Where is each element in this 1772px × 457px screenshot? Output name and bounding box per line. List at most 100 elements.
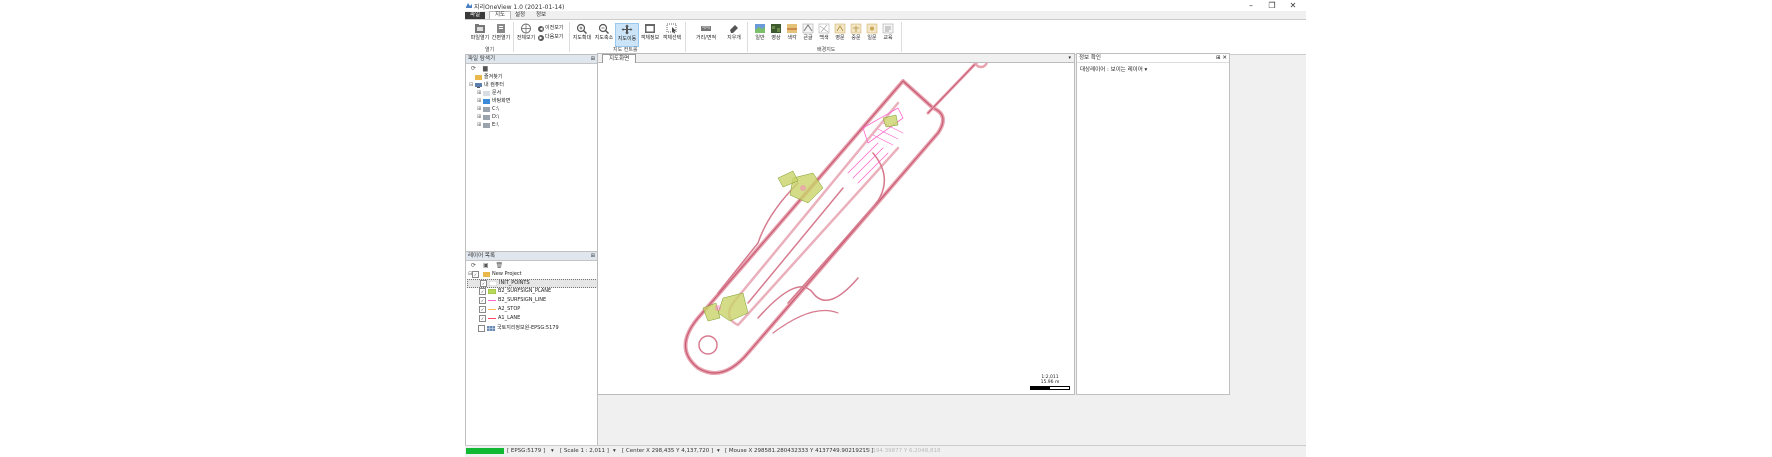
status-epsg[interactable]: [ EPSG:5179 ] <box>507 448 545 455</box>
tab-info[interactable]: 정보 <box>531 12 551 19</box>
zoom-out-icon <box>598 23 609 34</box>
checkbox[interactable]: ✓ <box>472 271 479 278</box>
status-epsg-dropdown[interactable]: ▾ <box>551 448 554 455</box>
full-extent-button[interactable]: 전체보기 <box>515 23 537 45</box>
turnaround-loop <box>974 63 988 69</box>
ruler-icon <box>701 26 711 31</box>
basemap-layer-row[interactable]: 국토지리정보원-EPSG:5179 <box>478 325 559 332</box>
layer-checkbox[interactable]: ✓ <box>479 306 486 313</box>
tab-map[interactable]: 지도 <box>489 11 512 19</box>
tree-node-documents[interactable]: ⊞ 문서 <box>477 90 501 97</box>
layer-checkbox[interactable]: ✓ <box>479 297 486 304</box>
map-tab[interactable]: 지도화면 <box>602 54 637 63</box>
next-view-button[interactable]: ▶ 다음보기 <box>538 33 563 42</box>
tree-node-drive-c[interactable]: ⊞ C:\ <box>477 106 499 113</box>
expand-icon[interactable]: ⊞ <box>477 114 481 121</box>
add-layer-icon[interactable]: ▣ <box>483 261 489 270</box>
folder-icon[interactable]: ▆ <box>483 64 488 73</box>
file-explorer-title: 파일 탐색기 <box>468 56 496 62</box>
refresh-icon[interactable]: ⟳ <box>471 261 476 270</box>
move-icon <box>621 24 633 35</box>
menu-bar: 파일 지도 설정 정보 <box>465 11 1306 19</box>
tree-node-label: 바탕화면 <box>492 98 511 104</box>
file-explorer-panel: 파일 탐색기 ⊞ ⟳ ▆ 즐겨찾기 ⊟ 내 컴퓨터 ⊞ 문서 ⊞ 바탕화면 ⊞ … <box>465 54 598 252</box>
full-extent-label: 전체보기 <box>516 35 536 41</box>
map-view[interactable]: 지도화면 ▾ 1:2,011 15.96 m <box>597 53 1075 395</box>
quick-open-label: 간편열기 <box>491 35 511 41</box>
tree-node-my-computer[interactable]: ⊟ 내 컴퓨터 <box>469 82 504 89</box>
ribbon-separator <box>569 22 570 52</box>
map-tab-strip: 지도화면 ▾ <box>598 54 1074 63</box>
tree-node-favorites[interactable]: 즐겨찾기 <box>469 74 502 81</box>
eraser-button[interactable]: 지우개 <box>723 23 745 45</box>
app-logo-icon <box>466 3 472 8</box>
line-symbol-icon <box>488 309 496 310</box>
layer-checkbox[interactable]: ✓ <box>479 288 486 295</box>
object-select-button[interactable]: 객체선택 <box>661 23 683 45</box>
layer-name: B2_SURFSIGN_PLANE <box>498 288 552 294</box>
pin-icon[interactable]: ⊞ <box>591 55 595 63</box>
map-education-icon <box>882 23 894 34</box>
expand-icon[interactable]: ⊞ <box>477 90 481 97</box>
zoom-in-label: 지도확대 <box>572 35 592 41</box>
app-window: 지리OneView 1.0 (2021-01-14) – ❐ ✕ 파일 지도 설… <box>465 0 1306 457</box>
expand-icon[interactable]: ⊞ <box>477 98 481 105</box>
zoom-in-button[interactable]: 지도확대 <box>571 23 593 45</box>
select-cursor-icon <box>666 23 677 34</box>
expand-icon[interactable]: ⊞ <box>477 106 481 113</box>
lane-inner-1 <box>727 101 900 327</box>
status-center-dropdown[interactable]: ▾ <box>717 448 720 455</box>
tree-node-desktop[interactable]: ⊞ 바탕화면 <box>477 98 510 105</box>
globe-icon <box>521 23 531 34</box>
measure-button[interactable]: 거리/면적 <box>695 23 717 45</box>
target-layer-select[interactable]: 보이는 레이어 ▾ <box>1111 67 1148 73</box>
map-canvas[interactable] <box>598 63 1074 393</box>
collapse-icon[interactable]: ⊟ <box>469 82 473 89</box>
expand-icon[interactable]: ⊞ <box>477 122 481 129</box>
maximize-button[interactable]: ❐ <box>1262 0 1282 11</box>
chevron-down-icon[interactable]: ▾ <box>1068 54 1071 62</box>
pin-icon[interactable]: ⊞ <box>591 252 595 260</box>
layer-name: INIT_POINTS <box>499 280 530 286</box>
close-icon[interactable]: ⊞ ✕ <box>1216 54 1227 62</box>
tree-node-label: C:\ <box>492 106 499 112</box>
file-explorer-header: 파일 탐색기 ⊞ <box>466 55 597 64</box>
object-select-label: 객체선택 <box>662 35 682 41</box>
pan-button[interactable]: 지도이동 <box>615 23 639 47</box>
lane-outer-loop <box>683 79 945 375</box>
layer-checkbox[interactable] <box>478 325 485 332</box>
project-label: New Project <box>492 271 522 277</box>
minimize-button[interactable]: – <box>1241 0 1261 11</box>
close-button[interactable]: ✕ <box>1283 0 1303 11</box>
layer-list-toolbar: ⟳ ▣ 🗑 <box>466 261 597 270</box>
tree-node-drive-d[interactable]: ⊞ D:\ <box>477 114 499 121</box>
object-info-button[interactable]: 객체정보 <box>639 23 661 45</box>
status-scale[interactable]: [ Scale 1 : 2,011 ] <box>560 448 609 455</box>
title-bar: 지리OneView 1.0 (2021-01-14) – ❐ ✕ <box>465 0 1306 11</box>
tree-node-drive-e[interactable]: ⊞ E:\ <box>477 122 499 129</box>
delete-icon[interactable]: 🗑 <box>496 261 504 270</box>
zoom-out-button[interactable]: 지도축소 <box>593 23 615 45</box>
info-window-icon <box>645 24 655 33</box>
open-file-button[interactable]: 파일열기 <box>469 23 491 45</box>
status-center: [ Center X 298,435 Y 4,137,720 ] <box>622 448 714 454</box>
layer-checkbox[interactable]: ✓ <box>479 315 486 322</box>
quick-open-button[interactable]: 간편열기 <box>490 23 512 45</box>
next-view-label: 다음보기 <box>545 34 564 40</box>
layer-list-title: 레이어 목록 <box>468 253 496 259</box>
status-scale-dropdown[interactable]: ▾ <box>613 448 616 455</box>
tree-node-label: E:\ <box>492 122 499 128</box>
scale-bar-label: 15.96 m <box>1040 380 1060 385</box>
tab-settings[interactable]: 설정 <box>510 12 530 19</box>
tab-file[interactable]: 파일 <box>465 12 486 19</box>
layer-checkbox[interactable]: ✓ <box>480 280 487 287</box>
target-layer-row: 대상레이어 : 보이는 레이어 ▾ <box>1080 65 1147 73</box>
project-node[interactable]: ⊟ ✓ New Project <box>468 271 522 278</box>
star-folder-icon <box>475 75 482 80</box>
prev-view-button[interactable]: ◀ 이전보기 <box>538 24 563 33</box>
ribbon-separator <box>901 22 902 52</box>
zoom-in-icon <box>576 23 587 34</box>
basemap-education-button[interactable]: 교육 <box>877 23 899 45</box>
history-stack: ◀ 이전보기 ▶ 다음보기 <box>538 24 563 42</box>
refresh-icon[interactable]: ⟳ <box>471 64 476 73</box>
